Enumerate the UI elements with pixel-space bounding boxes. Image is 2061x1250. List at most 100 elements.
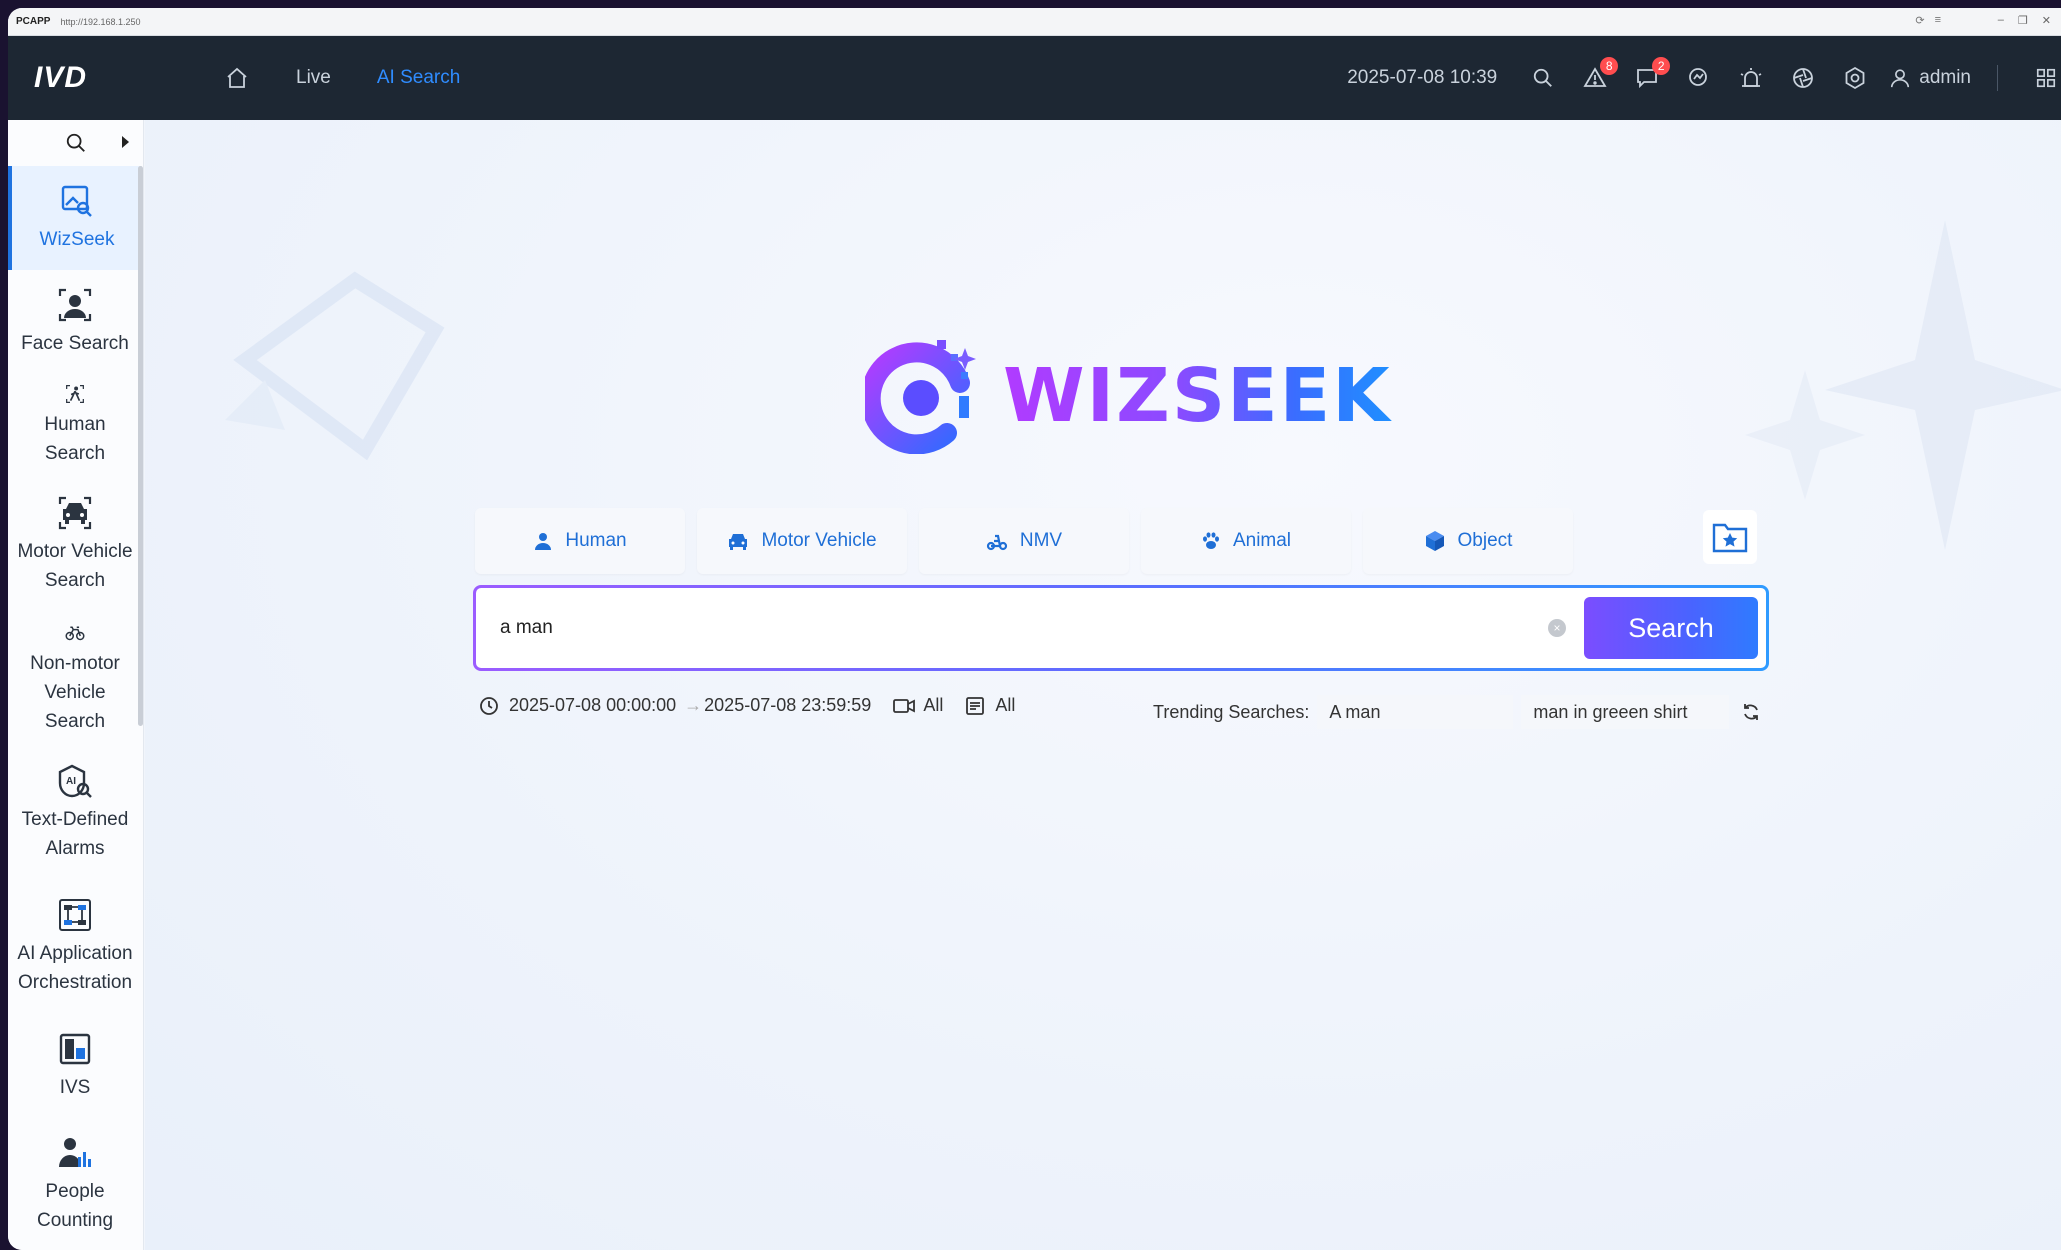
user-menu[interactable]: admin	[1889, 67, 1971, 89]
sidebar-item-human-search[interactable]: Human Search	[8, 374, 142, 478]
car-icon	[58, 496, 92, 530]
trending-item[interactable]: A man	[1317, 695, 1514, 729]
sidebar-item-label: IVS	[59, 1076, 91, 1098]
app-tag: PCAPP	[16, 16, 51, 27]
app-logo: IVD	[34, 61, 88, 94]
arrow-icon: →	[684, 695, 703, 715]
search-input[interactable]	[500, 606, 1500, 650]
ivs-icon	[59, 1033, 91, 1064]
aperture-icon[interactable]	[1788, 63, 1818, 93]
sidebar-item-non-motor-vehicle-search[interactable]: Non-motor Vehicle Search	[8, 612, 142, 746]
sidebar-item-ai-application-orchestration[interactable]: AI Application Orchestration	[8, 880, 142, 1014]
sidebar-item-label: Human Search	[44, 414, 106, 464]
paw-icon	[1202, 532, 1219, 549]
favorites-button[interactable]	[1703, 510, 1757, 564]
record-filter[interactable]: All	[965, 695, 1015, 716]
settings-icon[interactable]	[1840, 63, 1870, 93]
trending-item-label: man in greeen shirt	[1533, 701, 1688, 722]
alarm-badge: 8	[1600, 57, 1619, 75]
walking-person-icon	[66, 385, 84, 403]
favorite-folder-icon	[1712, 523, 1748, 553]
main-content: WIZSEEK Human Motor Vehicle NMV Animal O…	[145, 120, 2061, 1250]
video-camera-icon	[893, 698, 916, 713]
camera-filter[interactable]: All	[893, 695, 943, 716]
device-search-icon[interactable]	[1684, 63, 1714, 93]
datetime: 2025-07-08 10:39	[1347, 67, 1498, 88]
home-icon[interactable]	[224, 65, 250, 91]
user-icon	[1891, 69, 1910, 88]
sidebar-item-label: Face Search	[21, 332, 129, 354]
clear-icon[interactable]: ×	[1548, 619, 1566, 637]
username: admin	[1919, 67, 1971, 88]
category-tabs: Human Motor Vehicle NMV Animal Object	[475, 508, 1585, 574]
menu-icon[interactable]: ≡	[1935, 14, 1941, 27]
browser-tools: ⟳ ≡	[1915, 14, 1941, 27]
background-decoration	[1745, 220, 2061, 550]
start-time[interactable]: 2025-07-08 00:00:00	[509, 695, 676, 716]
category-nmv[interactable]: NMV	[919, 508, 1129, 574]
background-decoration	[225, 271, 445, 461]
person-icon	[535, 533, 552, 550]
category-object[interactable]: Object	[1363, 508, 1573, 574]
orchestration-icon	[59, 899, 91, 931]
image-search-icon	[61, 185, 92, 217]
category-label: NMV	[1019, 530, 1063, 551]
sidebar: WizSeek Face Search Human Search Motor V…	[8, 120, 144, 1250]
sidebar-item-label: Text-Defined Alarms	[21, 809, 129, 859]
ai-search-icon: AI	[58, 764, 92, 798]
nav-live[interactable]: Live	[296, 67, 331, 89]
expand-caret-icon[interactable]	[122, 136, 129, 148]
camera-filter-value: All	[923, 695, 944, 715]
bicycle-icon	[65, 626, 85, 641]
sidebar-item-motor-vehicle-search[interactable]: Motor Vehicle Search	[8, 478, 142, 612]
end-time[interactable]: 2025-07-08 23:59:59	[704, 695, 871, 716]
sidebar-item-text-defined-alarms[interactable]: AI Text-Defined Alarms	[8, 746, 142, 880]
app-grid-icon[interactable]	[2031, 63, 2061, 93]
cube-icon	[1425, 531, 1444, 551]
message-icon[interactable]: 2	[1632, 57, 1671, 93]
search-button[interactable]: Search	[1584, 597, 1758, 659]
record-filter-value: All	[995, 695, 1016, 715]
search-icon[interactable]	[1528, 63, 1558, 93]
search-filters: 2025-07-08 00:00:00 → 2025-07-08 23:59:5…	[479, 695, 1015, 716]
category-animal[interactable]: Animal	[1141, 508, 1351, 574]
category-human[interactable]: Human	[475, 508, 685, 574]
siren-icon[interactable]	[1736, 63, 1766, 93]
trending-searches: Trending Searches: A man man in greeen s…	[1153, 695, 1761, 729]
refresh-icon[interactable]	[1741, 702, 1761, 722]
wizseek-logo-icon	[865, 340, 976, 454]
category-label: Animal	[1232, 530, 1292, 551]
sidebar-item-face-search[interactable]: Face Search	[8, 270, 142, 374]
nav-divider	[1997, 65, 1998, 91]
alarm-icon[interactable]: 8	[1580, 57, 1619, 93]
sidebar-search[interactable]	[8, 120, 143, 166]
trending-label: Trending Searches:	[1153, 701, 1310, 722]
url-text[interactable]: http://192.168.1.250	[60, 17, 140, 27]
sidebar-scrollbar[interactable]	[138, 166, 143, 726]
sidebar-item-people-counting[interactable]: People Counting	[8, 1118, 142, 1250]
trending-item-label: A man	[1329, 701, 1381, 722]
nav-right: 2025-07-08 10:39 8 2 admin	[1347, 36, 2061, 120]
trending-item[interactable]: man in greeen shirt	[1521, 695, 1730, 729]
top-nav: IVD Live AI Search 2025-07-08 10:39 8 2	[8, 36, 2061, 120]
search-icon[interactable]	[65, 132, 87, 154]
sidebar-item-label: AI Application Orchestration	[17, 943, 133, 993]
search-box: × Search	[473, 585, 1769, 671]
category-label: Motor Vehicle	[761, 530, 877, 551]
svg-text:AI: AI	[66, 776, 76, 787]
sidebar-item-label: People Counting	[36, 1181, 114, 1231]
nav-ai-search[interactable]: AI Search	[377, 67, 460, 89]
refresh-icon[interactable]: ⟳	[1915, 14, 1924, 27]
clock-icon	[479, 696, 499, 716]
app-window: PCAPP http://192.168.1.250 ⟳ ≡ – ❐ ✕ IVD…	[8, 8, 2061, 1250]
face-icon	[58, 288, 92, 321]
sidebar-item-wizseek[interactable]: WizSeek	[8, 166, 142, 270]
minimize-icon[interactable]: –	[1998, 14, 2004, 27]
browser-bar: PCAPP http://192.168.1.250 ⟳ ≡ – ❐ ✕	[8, 8, 2061, 36]
sidebar-item-ivs[interactable]: IVS	[8, 1014, 142, 1118]
maximize-icon[interactable]: ❐	[2018, 14, 2028, 27]
close-icon[interactable]: ✕	[2042, 14, 2051, 27]
sidebar-item-label: Motor Vehicle Search	[17, 541, 133, 591]
category-motor-vehicle[interactable]: Motor Vehicle	[697, 508, 907, 574]
scooter-icon	[986, 534, 1007, 551]
